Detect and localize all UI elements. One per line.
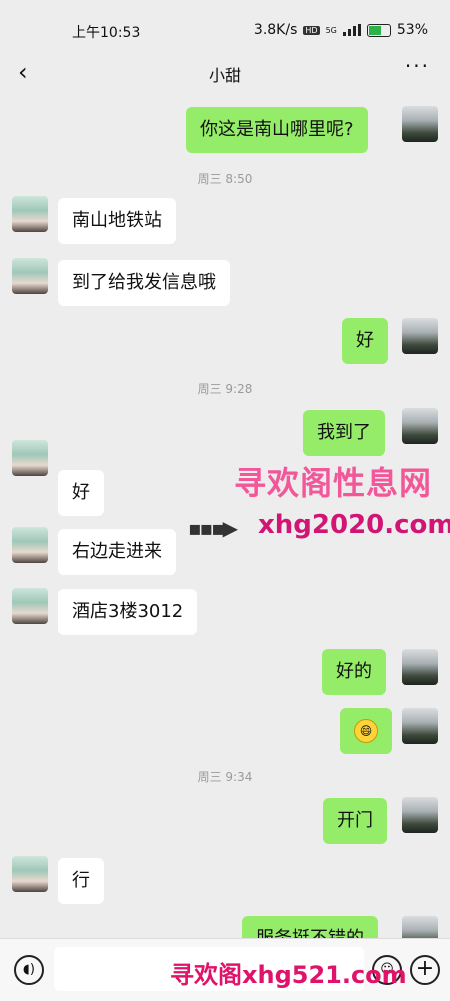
message-bubble[interactable]: 好的 xyxy=(322,649,386,695)
battery-icon xyxy=(366,23,391,37)
contact-avatar[interactable] xyxy=(12,856,48,892)
my-avatar[interactable] xyxy=(402,649,438,685)
timestamp: 周三 9:34 xyxy=(197,770,253,784)
message-bubble[interactable]: 南山地铁站 xyxy=(58,198,176,244)
hd-icon: HD xyxy=(303,25,320,35)
message-bubble[interactable]: 好 xyxy=(342,318,388,364)
my-avatar[interactable] xyxy=(402,408,438,444)
battery-percent: 53% xyxy=(396,22,428,38)
more-icon[interactable]: ··· xyxy=(405,54,430,78)
network-type: 5G xyxy=(325,25,337,35)
message-bubble[interactable]: 到了给我发信息哦 xyxy=(58,260,230,306)
message-bubble[interactable]: 行 xyxy=(58,858,104,904)
my-avatar[interactable] xyxy=(402,797,438,833)
message-bubble[interactable]: 我到了 xyxy=(303,410,385,456)
watermark-text: 寻欢阁性息网 xyxy=(234,464,433,502)
watermark-url: xhg2020.com xyxy=(258,510,450,540)
network-speed: 3.8K/s xyxy=(253,22,298,38)
contact-avatar[interactable] xyxy=(12,196,48,232)
chat-title: 小甜 xyxy=(208,66,241,85)
message-bubble[interactable]: 你这是南山哪里呢? xyxy=(186,107,368,153)
message-bubble-emoji[interactable]: 😄 xyxy=(340,708,392,754)
chat-header: ‹ 小甜 ··· xyxy=(0,50,450,94)
my-avatar[interactable] xyxy=(402,106,438,142)
message-bubble[interactable]: 右边走进来 xyxy=(58,529,176,575)
my-avatar[interactable] xyxy=(402,318,438,354)
contact-avatar[interactable] xyxy=(12,258,48,294)
message-bubble[interactable]: 好 xyxy=(58,470,104,516)
watermark-bottom: 寻欢阁xhg521.com xyxy=(170,961,407,989)
timestamp: 周三 8:50 xyxy=(197,172,253,186)
message-bubble[interactable]: 开门 xyxy=(323,798,387,844)
contact-avatar[interactable] xyxy=(12,588,48,624)
message-bubble[interactable]: 酒店3楼3012 xyxy=(58,589,198,635)
my-avatar[interactable] xyxy=(402,708,438,744)
plus-icon[interactable]: + xyxy=(410,955,440,985)
arrow-icon: ▪▪▪▶ xyxy=(188,516,238,540)
contact-avatar[interactable] xyxy=(12,527,48,563)
signal-icon xyxy=(342,24,361,36)
grinning-face-icon: 😄 xyxy=(354,719,378,743)
contact-avatar[interactable] xyxy=(12,440,48,476)
timestamp: 周三 9:28 xyxy=(197,382,253,396)
status-time: 上午10:53 xyxy=(72,25,141,41)
voice-icon[interactable]: ◖) xyxy=(14,955,44,985)
